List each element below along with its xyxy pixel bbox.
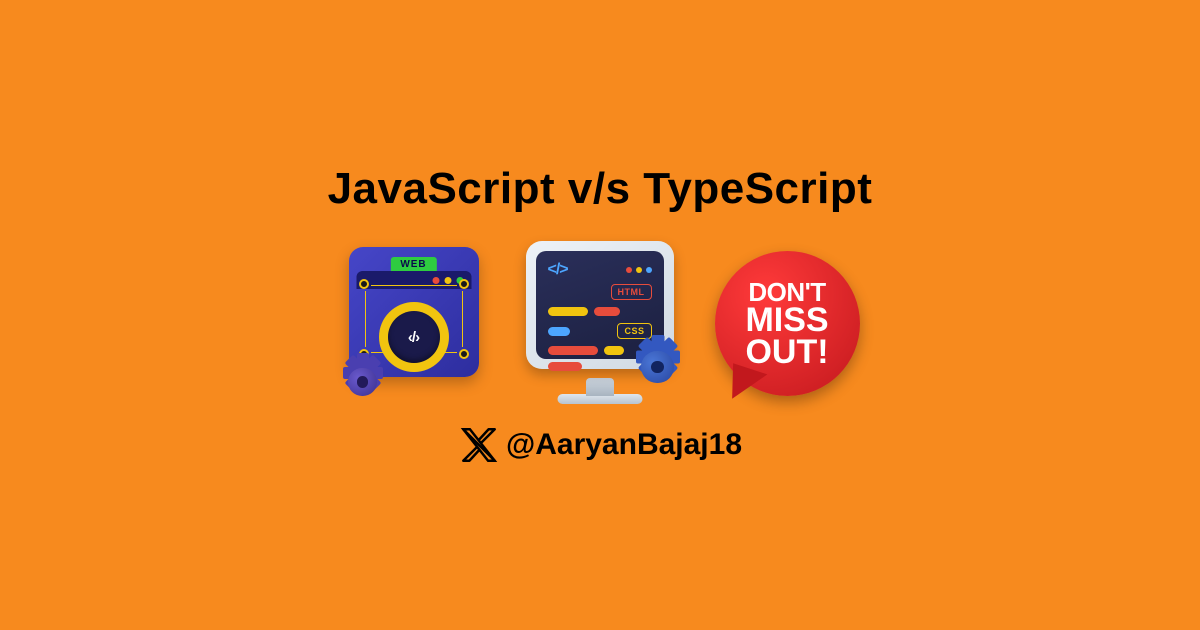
speech-bubble-icon: DON'T MISS OUT!: [715, 251, 860, 396]
page-title: JavaScript v/s TypeScript: [328, 164, 873, 214]
screen-dots: [626, 267, 652, 273]
code-symbol: </>: [548, 261, 568, 279]
code-ring: ‹/›: [379, 302, 449, 372]
x-twitter-icon: [458, 424, 500, 466]
bubble-line2: MISS: [745, 303, 828, 337]
twitter-handle: @AaryanBajaj18: [506, 428, 742, 462]
gear-icon: [631, 340, 685, 394]
gear-icon: [339, 358, 387, 406]
icons-row: WEB ‹/›: [331, 239, 870, 404]
social-handle-row: @AaryanBajaj18: [458, 424, 742, 466]
code-symbol: ‹/›: [388, 311, 440, 363]
browser-tab-label: WEB: [390, 257, 436, 272]
code-monitor-icon: </> HTML CSS: [518, 239, 683, 404]
web-dev-icon: WEB ‹/›: [331, 239, 496, 404]
bubble-line3: OUT!: [745, 335, 828, 369]
window-dots: [356, 271, 471, 289]
dont-miss-out-bubble: DON'T MISS OUT!: [705, 239, 870, 404]
html-badge: HTML: [611, 284, 652, 300]
